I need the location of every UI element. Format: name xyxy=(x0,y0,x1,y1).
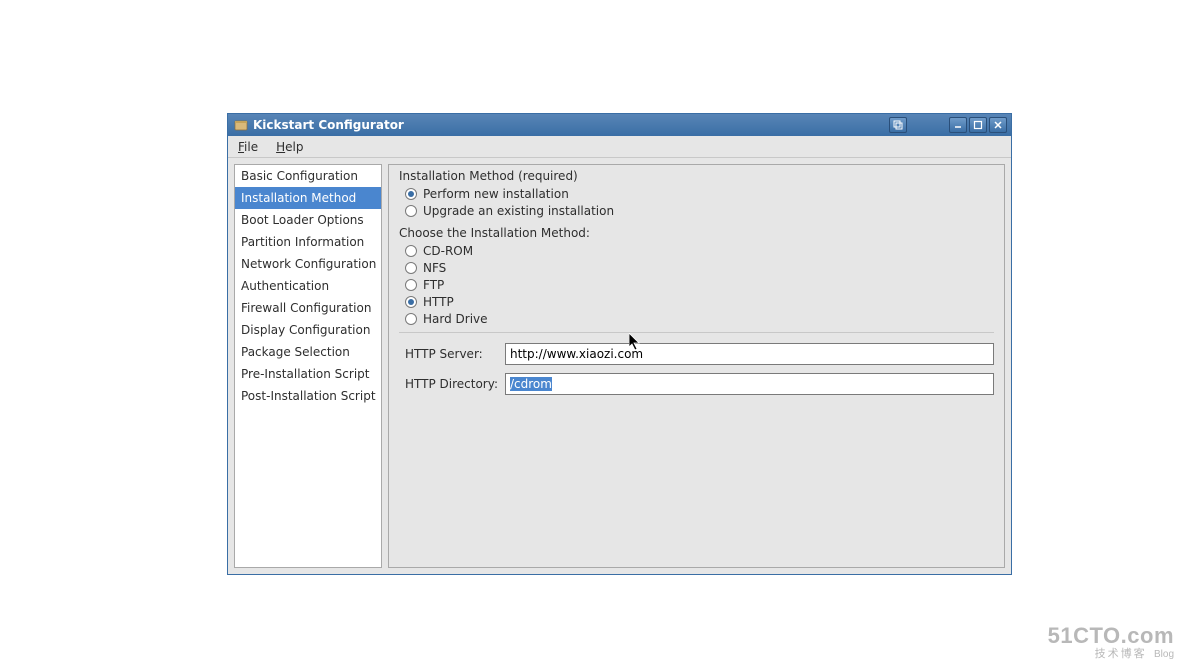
sidebar-item-partition-information[interactable]: Partition Information xyxy=(235,231,381,253)
radio-label: FTP xyxy=(423,278,444,292)
sidebar-item-pre-installation-script[interactable]: Pre-Installation Script xyxy=(235,363,381,385)
watermark-line2-cn: 技术博客 xyxy=(1095,648,1147,660)
http-form: HTTP Server: HTTP Directory: /cdrom xyxy=(399,343,994,395)
sidebar-item-network-configuration[interactable]: Network Configuration xyxy=(235,253,381,275)
menu-file[interactable]: File xyxy=(234,138,262,156)
watermark-line2-en: Blog xyxy=(1154,649,1174,660)
menubar: File Help xyxy=(228,136,1011,158)
radio-icon xyxy=(405,205,417,217)
menu-help[interactable]: Help xyxy=(272,138,307,156)
radio-method-cdrom[interactable]: CD-ROM xyxy=(405,244,994,258)
section-choose-method-label: Choose the Installation Method: xyxy=(399,226,994,240)
radio-icon xyxy=(405,279,417,291)
sidebar: Basic Configuration Installation Method … xyxy=(234,164,382,568)
http-directory-input[interactable]: /cdrom xyxy=(505,373,994,395)
radio-perform-new-installation[interactable]: Perform new installation xyxy=(405,187,994,201)
sidebar-item-basic-configuration[interactable]: Basic Configuration xyxy=(235,165,381,187)
radio-icon xyxy=(405,245,417,257)
sidebar-item-display-configuration[interactable]: Display Configuration xyxy=(235,319,381,341)
titlebar[interactable]: Kickstart Configurator xyxy=(228,114,1011,136)
radio-method-http[interactable]: HTTP xyxy=(405,295,994,309)
maximize-icon xyxy=(973,120,983,130)
radio-label: CD-ROM xyxy=(423,244,473,258)
watermark: 51CTO.com 技术博客 Blog xyxy=(1048,625,1174,660)
radio-label: NFS xyxy=(423,261,446,275)
radio-method-hard-drive[interactable]: Hard Drive xyxy=(405,312,994,326)
radio-icon xyxy=(405,188,417,200)
sidebar-item-boot-loader-options[interactable]: Boot Loader Options xyxy=(235,209,381,231)
sidebar-item-firewall-configuration[interactable]: Firewall Configuration xyxy=(235,297,381,319)
radio-icon xyxy=(405,313,417,325)
minimize-icon xyxy=(953,120,963,130)
sidebar-item-post-installation-script[interactable]: Post-Installation Script xyxy=(235,385,381,407)
main-panel: Installation Method (required) Perform n… xyxy=(388,164,1005,568)
http-server-label: HTTP Server: xyxy=(405,347,497,361)
sidebar-item-authentication[interactable]: Authentication xyxy=(235,275,381,297)
window-body: Basic Configuration Installation Method … xyxy=(228,158,1011,574)
radio-method-nfs[interactable]: NFS xyxy=(405,261,994,275)
radio-icon xyxy=(405,262,417,274)
radio-upgrade-existing-installation[interactable]: Upgrade an existing installation xyxy=(405,204,994,218)
app-icon xyxy=(234,118,248,132)
sidebar-item-installation-method[interactable]: Installation Method xyxy=(235,187,381,209)
section-install-type-label: Installation Method (required) xyxy=(399,169,994,183)
radio-label: HTTP xyxy=(423,295,454,309)
app-window: Kickstart Configurator File xyxy=(227,113,1012,575)
radio-method-ftp[interactable]: FTP xyxy=(405,278,994,292)
http-directory-value: /cdrom xyxy=(510,377,552,391)
radio-label: Upgrade an existing installation xyxy=(423,204,614,218)
radio-icon xyxy=(405,296,417,308)
close-icon xyxy=(993,120,1003,130)
http-server-input[interactable] xyxy=(505,343,994,365)
radio-label: Perform new installation xyxy=(423,187,569,201)
dock-button[interactable] xyxy=(889,117,907,133)
window-title: Kickstart Configurator xyxy=(253,118,404,132)
watermark-line1: 51CTO.com xyxy=(1048,625,1174,647)
http-directory-label: HTTP Directory: xyxy=(405,377,497,391)
maximize-button[interactable] xyxy=(969,117,987,133)
sidebar-item-package-selection[interactable]: Package Selection xyxy=(235,341,381,363)
minimize-button[interactable] xyxy=(949,117,967,133)
separator xyxy=(399,332,994,333)
close-button[interactable] xyxy=(989,117,1007,133)
radio-label: Hard Drive xyxy=(423,312,488,326)
dock-icon xyxy=(893,120,903,130)
